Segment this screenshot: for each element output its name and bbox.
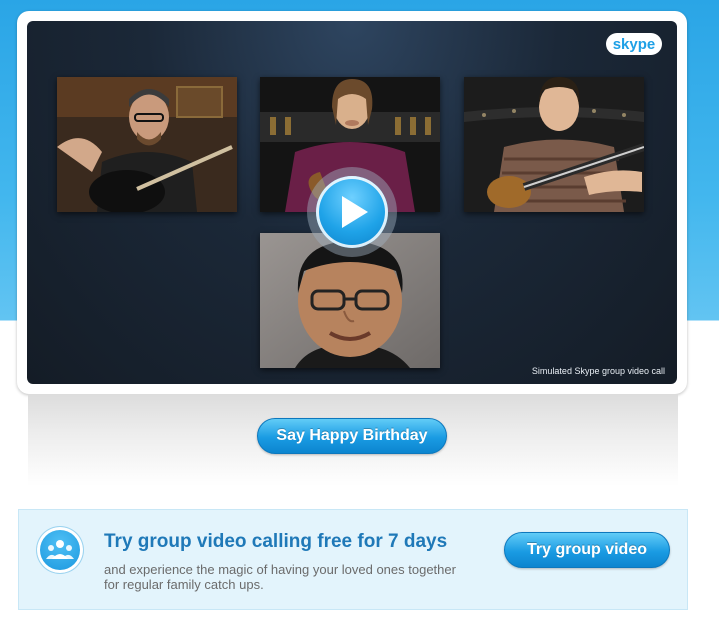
promo-title: Try group video calling free for 7 days — [104, 531, 448, 552]
play-icon[interactable] — [316, 176, 388, 248]
skype-logo: skype — [606, 33, 662, 55]
say-happy-birthday-button[interactable]: Say Happy Birthday — [257, 418, 447, 454]
video-call-card: skype Simulated Skype group video call — [17, 11, 687, 394]
group-video-promo: Try group video calling free for 7 days … — [18, 509, 688, 610]
skype-logo-text: skype — [613, 36, 656, 53]
play-triangle — [342, 196, 368, 228]
try-group-video-button[interactable]: Try group video — [504, 532, 670, 568]
video-stage: skype Simulated Skype group video call — [27, 21, 677, 384]
participant-3-image — [464, 77, 644, 212]
group-video-icon — [37, 527, 83, 573]
group-people-icon — [46, 540, 74, 559]
video-tile-participant-1 — [57, 77, 237, 212]
video-caption: Simulated Skype group video call — [531, 366, 665, 376]
video-tile-participant-3 — [464, 77, 644, 212]
play-button[interactable] — [307, 167, 397, 257]
participant-1-image — [57, 77, 237, 212]
promo-description: and experience the magic of having your … — [104, 562, 456, 592]
